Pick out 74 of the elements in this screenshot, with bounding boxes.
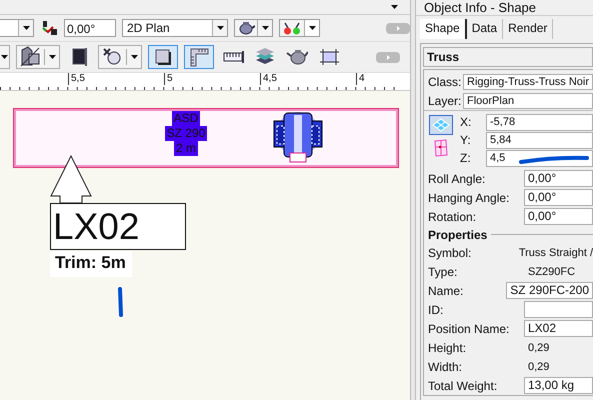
input-field[interactable]: 0,00° <box>524 189 593 206</box>
field-label: Roll Angle: <box>428 172 486 186</box>
ruler-label: 5 <box>164 73 173 85</box>
bounding-box-icon <box>318 46 340 68</box>
field-label: Position Name: <box>428 322 510 336</box>
input-field[interactable]: SZ 290FC-200 <box>506 282 593 299</box>
field-label: Z: <box>460 151 472 165</box>
truss-label: 2 m <box>174 141 198 156</box>
truss-label: ASD <box>172 111 200 126</box>
ruler-tool[interactable] <box>184 45 214 69</box>
render-dropdown[interactable] <box>234 19 273 37</box>
caret-icon[interactable] <box>390 4 400 10</box>
teapot-icon <box>237 21 255 35</box>
field-label: Hanging Angle: <box>428 190 510 204</box>
field-label: Width: <box>428 360 464 374</box>
shape-icon <box>19 46 41 68</box>
attach-tool[interactable] <box>98 45 142 69</box>
caret-icon <box>260 25 270 31</box>
angle-field[interactable]: 0,00° <box>64 19 116 37</box>
input-field[interactable]: -5,78 <box>486 114 593 130</box>
field-label: Type: <box>428 264 458 278</box>
dropdown-field[interactable]: FloorPlan <box>463 92 593 108</box>
field-label: Height: <box>428 340 468 354</box>
dropdown[interactable] <box>0 19 34 37</box>
dropdown-field[interactable]: Rigging-Truss-Truss Noir <box>463 74 593 90</box>
tab[interactable]: Data <box>466 19 504 39</box>
tab[interactable]: Shape <box>420 19 467 39</box>
marker-stroke <box>518 155 590 165</box>
field-value: Truss Straight / <box>518 246 593 258</box>
dropdown-button[interactable] <box>0 45 10 69</box>
caret-icon <box>0 54 8 60</box>
field-label: Y: <box>460 133 472 147</box>
grid-view-icon[interactable] <box>429 115 453 135</box>
trim-label: Trim: 5m <box>50 251 132 277</box>
field-label: Rotation: <box>428 210 478 224</box>
field-label: Name: <box>428 284 464 298</box>
ruler-label: 4 <box>356 73 365 85</box>
snap-icon <box>40 20 58 36</box>
caret-icon <box>48 54 56 60</box>
tab[interactable]: Render <box>503 19 554 39</box>
view-options-dropdown[interactable] <box>279 19 320 37</box>
shape-tool[interactable] <box>16 45 60 69</box>
field-label: X: <box>460 115 472 129</box>
field-label: Class: <box>428 74 460 88</box>
grid-plan-icon[interactable] <box>433 139 449 157</box>
section-title: Properties <box>428 228 488 242</box>
truss-label: SZ 290 <box>164 126 208 141</box>
caret-icon <box>216 25 224 31</box>
panel-title: Object Info - Shape <box>416 0 593 16</box>
object-type-header: Truss <box>423 47 593 67</box>
field-label: Symbol: <box>428 246 472 260</box>
ruler-label: 5,5 <box>68 73 85 85</box>
field-label: Layer: <box>428 94 460 108</box>
caret-icon <box>130 54 138 60</box>
input-field[interactable] <box>524 301 593 318</box>
field-value: SZ290FC <box>527 266 576 278</box>
view-dropdown[interactable]: 2D Plan <box>122 19 228 37</box>
position-label: LX02 <box>50 203 186 250</box>
field-label: ID: <box>428 302 444 316</box>
ruler-icon <box>188 46 210 68</box>
input-field[interactable]: 5,84 <box>486 132 593 148</box>
input-field[interactable]: LX02 <box>524 320 593 337</box>
field-value: 0,29 <box>527 360 550 372</box>
square-tool[interactable] <box>148 45 178 69</box>
caret-icon <box>22 25 30 31</box>
field-label: Total Weight: <box>428 378 498 392</box>
field-value: 0,29 <box>527 342 550 354</box>
ruler-label: 4,5 <box>260 73 277 85</box>
input-field[interactable]: 0,00° <box>524 208 593 225</box>
input-field[interactable]: 0,00° <box>524 170 593 187</box>
glasses-icon <box>282 21 302 35</box>
marker-stroke <box>117 287 125 317</box>
input-field[interactable]: 13,00 kg <box>524 377 593 394</box>
caret-icon <box>308 25 316 31</box>
